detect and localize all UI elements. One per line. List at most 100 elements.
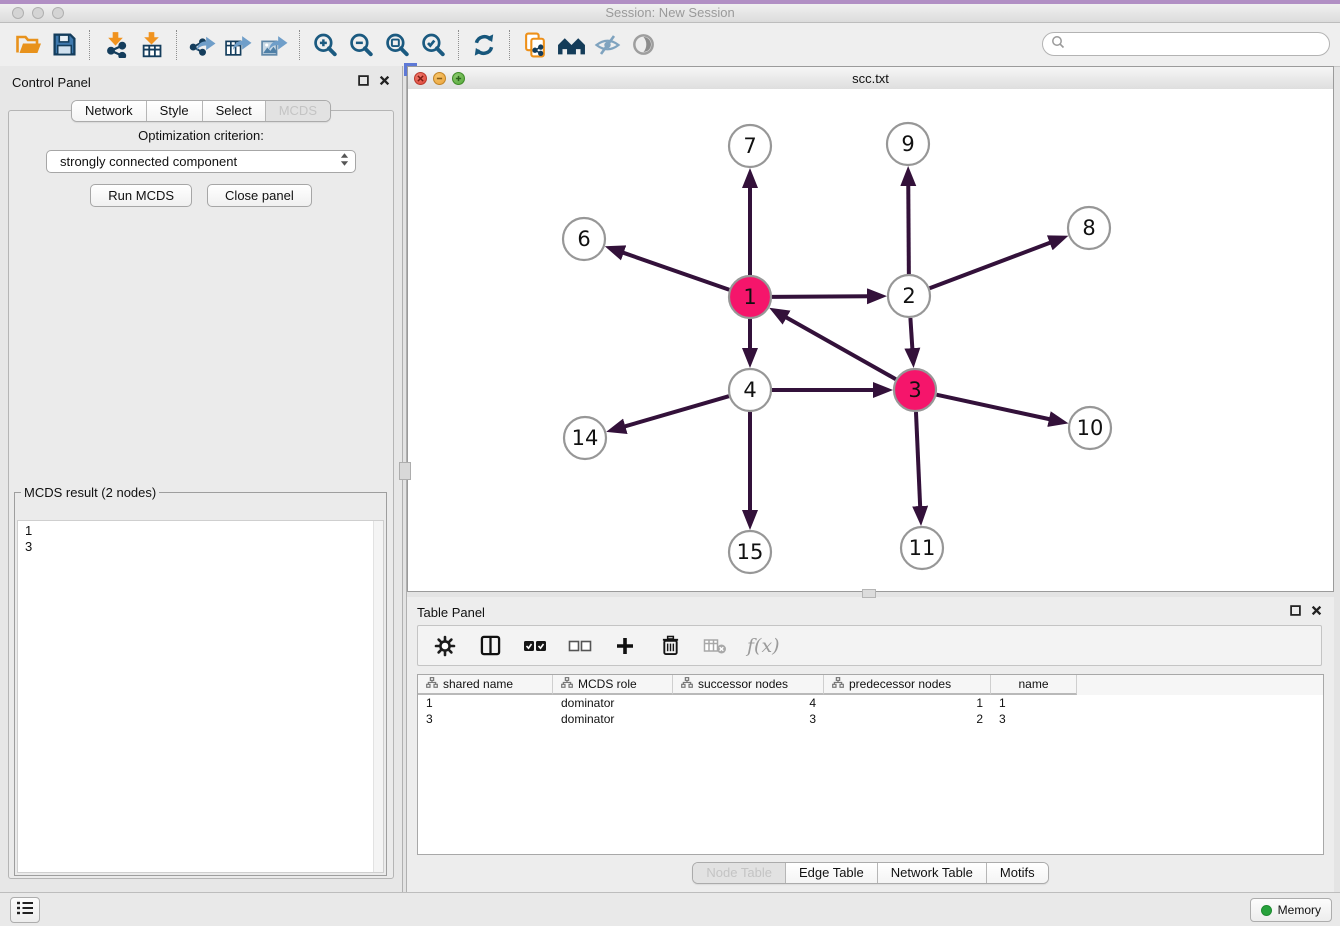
import-network-icon[interactable] (97, 27, 133, 63)
node-label-6: 6 (577, 227, 590, 251)
table-panel-title: Table Panel (417, 605, 1290, 620)
toolbar-separator (509, 30, 510, 60)
column-header-successor-nodes[interactable]: successor nodes (673, 675, 824, 695)
tab-network-table[interactable]: Network Table (878, 863, 987, 883)
application-window: Session: New Session Control Panel (0, 0, 1340, 926)
export-table-icon[interactable] (220, 27, 256, 63)
selected-criterion: strongly connected component (60, 154, 340, 169)
tab-mcds[interactable]: MCDS (266, 101, 330, 121)
edge-2-8[interactable] (930, 242, 1052, 288)
network-frame-title: scc.txt (408, 71, 1333, 86)
column-header-mcds-role[interactable]: MCDS role (553, 675, 673, 695)
toolbar-separator (89, 30, 90, 60)
node-label-14: 14 (572, 426, 599, 450)
table-cell: 1 (418, 695, 553, 711)
network-canvas[interactable]: 7968124314101511 (408, 89, 1333, 591)
table-row[interactable]: 1dominator411 (418, 695, 1323, 711)
table-cell: dominator (553, 695, 673, 711)
window-titlebar: Session: New Session (0, 4, 1340, 23)
tab-motifs[interactable]: Motifs (987, 863, 1048, 883)
toolbar-separator (299, 30, 300, 60)
table-cell: dominator (553, 711, 673, 727)
table-cell: 2 (824, 711, 991, 727)
tab-select[interactable]: Select (203, 101, 266, 121)
refresh-icon[interactable] (466, 27, 502, 63)
clone-network-icon[interactable] (517, 27, 553, 63)
search-input[interactable] (1069, 36, 1329, 53)
close-panel-icon[interactable] (379, 73, 390, 91)
column-header-name[interactable]: name (991, 675, 1077, 695)
run-mcds-button[interactable]: Run MCDS (90, 184, 192, 207)
edge-3-10[interactable] (936, 395, 1050, 420)
node-label-4: 4 (743, 378, 756, 402)
search-field[interactable] (1042, 32, 1330, 56)
zoom-in-icon[interactable] (307, 27, 343, 63)
edge-1-6[interactable] (622, 252, 729, 290)
node-label-1: 1 (743, 285, 756, 309)
vertical-splitter-grip[interactable] (399, 462, 411, 480)
optimization-criterion-select[interactable]: strongly connected component (46, 150, 356, 173)
first-neighbors-icon[interactable] (553, 27, 589, 63)
tab-node-table[interactable]: Node Table (693, 863, 786, 883)
list-icon (15, 900, 35, 921)
deselect-all-icon[interactable] (567, 633, 593, 659)
tab-edge-table[interactable]: Edge Table (786, 863, 878, 883)
tab-network[interactable]: Network (72, 101, 147, 121)
zoom-selected-icon[interactable] (415, 27, 451, 63)
add-row-icon[interactable] (612, 633, 638, 659)
tab-style[interactable]: Style (147, 101, 203, 121)
network-frame-titlebar[interactable]: scc.txt (408, 67, 1333, 90)
settings-icon[interactable] (432, 633, 458, 659)
table-panel: Table Panel f(x) shared nameMCDS rolesuc… (407, 597, 1334, 892)
table-cell: 4 (673, 695, 824, 711)
table-row[interactable]: 3dominator323 (418, 711, 1323, 727)
node-label-15: 15 (737, 540, 764, 564)
edge-2-9[interactable] (908, 184, 909, 274)
memory-button[interactable]: Memory (1250, 898, 1332, 922)
mcds-panel: Optimization criterion: strongly connect… (8, 110, 394, 879)
hierarchy-icon (426, 677, 438, 691)
table-panel-tabs: Node TableEdge TableNetwork TableMotifs (692, 862, 1048, 884)
node-label-7: 7 (743, 134, 756, 158)
zoom-out-icon[interactable] (343, 27, 379, 63)
hide-graphics-details-icon[interactable] (589, 27, 625, 63)
search-icon (1051, 35, 1065, 54)
column-header-shared-name[interactable]: shared name (418, 675, 553, 695)
delete-table-icon[interactable] (702, 633, 728, 659)
edge-2-3[interactable] (910, 318, 912, 350)
node-table[interactable]: shared nameMCDS rolesuccessor nodesprede… (417, 674, 1324, 855)
delete-row-icon[interactable] (657, 633, 683, 659)
edge-3-11[interactable] (916, 412, 920, 508)
minimize-network-icon[interactable] (433, 72, 446, 85)
float-panel-icon[interactable] (358, 73, 369, 91)
result-scrollbar[interactable] (373, 521, 383, 872)
horizontal-splitter-grip[interactable] (862, 589, 876, 598)
export-image-icon[interactable] (256, 27, 292, 63)
hierarchy-icon (561, 677, 573, 691)
table-toolbar: f(x) (417, 625, 1322, 666)
task-history-button[interactable] (10, 897, 40, 923)
open-icon[interactable] (10, 27, 46, 63)
close-panel-button[interactable]: Close panel (207, 184, 312, 207)
table-cell: 1 (991, 695, 1077, 711)
apply-function-icon[interactable]: f(x) (747, 635, 780, 657)
close-network-icon[interactable] (414, 72, 427, 85)
export-network-icon[interactable] (184, 27, 220, 63)
show-graphics-details-icon[interactable] (625, 27, 661, 63)
edge-3-1[interactable] (785, 317, 896, 380)
split-view-icon[interactable] (477, 633, 503, 659)
column-header-predecessor-nodes[interactable]: predecessor nodes (824, 675, 991, 695)
float-table-panel-icon[interactable] (1290, 603, 1301, 621)
mcds-result-area[interactable]: 1 3 (17, 520, 384, 873)
close-table-panel-icon[interactable] (1311, 603, 1322, 621)
select-all-icon[interactable] (522, 633, 548, 659)
save-icon[interactable] (46, 27, 82, 63)
table-cell: 1 (824, 695, 991, 711)
table-cell: 3 (673, 711, 824, 727)
zoom-fit-icon[interactable] (379, 27, 415, 63)
edge-4-14[interactable] (623, 396, 728, 427)
network-view-frame: scc.txt 7968124314101511 (407, 66, 1334, 592)
edge-1-2[interactable] (772, 296, 869, 297)
import-table-icon[interactable] (133, 27, 169, 63)
maximize-network-icon[interactable] (452, 72, 465, 85)
